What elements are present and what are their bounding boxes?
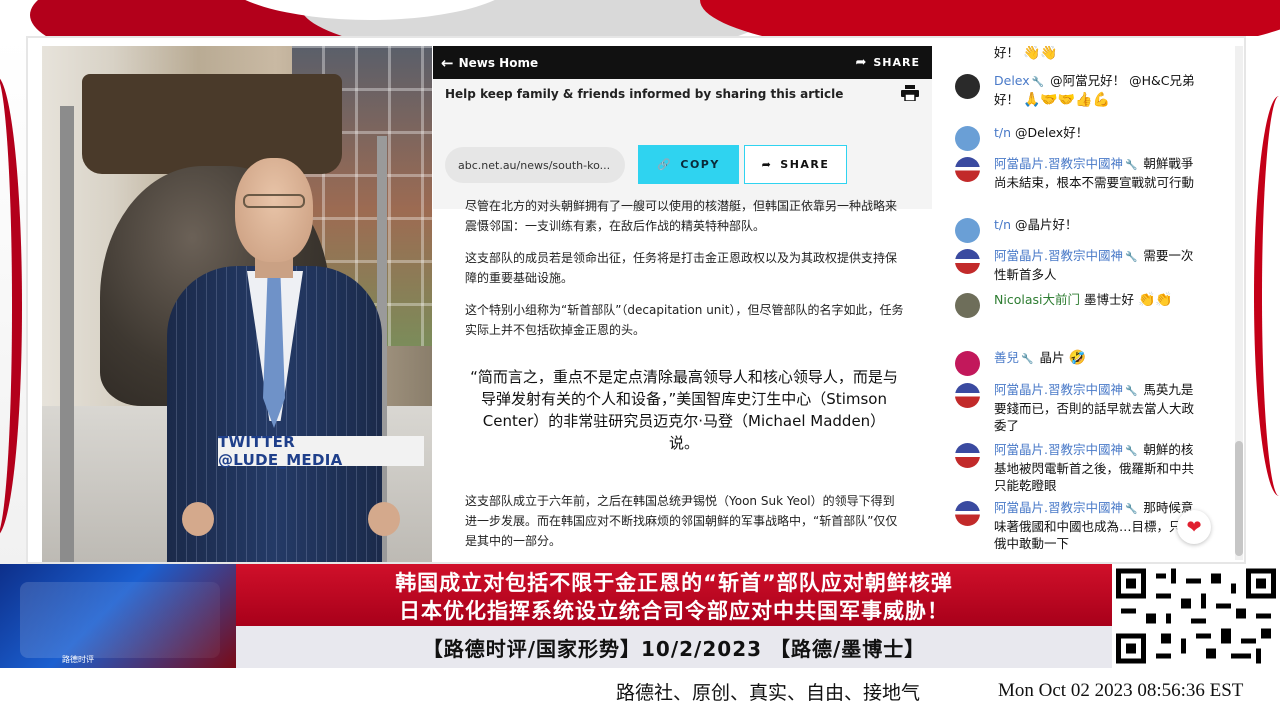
avatar[interactable] <box>955 443 980 468</box>
chat-message: 阿當晶片.習教宗中國神 🔧 那時候意味著俄國和中國也成為…目標，只要俄中敢動一下 <box>955 499 1205 552</box>
footer-bar: 路德社、原创、真实、自由、接地气 Mon Oct 02 2023 08:56:3… <box>0 668 1280 720</box>
news-article-panel: ← News Home ➦ SHARE Help keep family & f… <box>433 46 932 562</box>
share-button[interactable]: ➦ SHARE <box>744 145 847 184</box>
news-home-link[interactable]: ← News Home <box>441 54 538 72</box>
share-box: Help keep family & friends informed by s… <box>433 79 932 209</box>
chat-message: Delex 🔧 @阿當兄好！ @H&C兄弟好！ 🙏🤝🤝👍💪 <box>955 72 1205 109</box>
share-icon: ➦ <box>761 158 773 171</box>
avatar[interactable] <box>955 74 980 99</box>
chat-username[interactable]: 阿當晶片.習教宗中國神 <box>994 156 1123 171</box>
article-paragraph: 这支部队成立于六年前，之后在韩国总统尹锡悦（Yoon Suk Yeol）的领导下… <box>465 494 898 548</box>
share-button-label: SHARE <box>780 158 830 171</box>
wrench-badge-icon: 🔧 <box>1124 252 1138 263</box>
show-logo-graphic: 路德时评 <box>0 564 236 668</box>
avatar[interactable] <box>955 218 980 243</box>
share-link-top[interactable]: ➦ SHARE <box>855 55 920 70</box>
qr-code <box>1112 564 1280 668</box>
wrench-badge-icon: 🔧 <box>1021 354 1034 365</box>
chat-message: 阿當晶片.習教宗中國神 🔧 朝鮮戰爭尚未結束，根本不需要宣戰就可行動 <box>955 155 1205 191</box>
chat-username[interactable]: 善兒 <box>994 350 1019 365</box>
article-url-field[interactable]: abc.net.au/news/south-ko... <box>445 147 625 183</box>
host-photo <box>42 46 432 562</box>
chat-message: Nicolasi大前门 墨博士好 👏👏 <box>955 291 1205 318</box>
wrench-badge-icon: 🔧 <box>1124 504 1138 515</box>
print-icon[interactable] <box>901 85 919 101</box>
chat-message: 阿當晶片.習教宗中國神 🔧 需要一次性斬首多人 <box>955 247 1205 283</box>
avatar[interactable] <box>955 501 980 526</box>
chat-username[interactable]: 阿當晶片.習教宗中國神 <box>994 382 1123 397</box>
share-heading: Help keep family & friends informed by s… <box>445 87 844 101</box>
chat-username[interactable]: Delex <box>994 73 1030 88</box>
heart-reaction-button[interactable]: ❤ <box>1177 510 1211 544</box>
chat-text: 好！ <box>994 46 1020 60</box>
chat-message: t/n @晶片好！ <box>955 216 1205 243</box>
chat-username[interactable]: 阿當晶片.習教宗中國神 <box>994 248 1123 263</box>
live-chat-panel: 好！ 👋👋 Delex 🔧 @阿當兄好！ @H&C兄弟好！ 🙏🤝🤝👍💪 t/n @… <box>933 46 1243 560</box>
chat-text: 墨博士好 <box>1083 292 1134 307</box>
host-figure <box>235 158 313 262</box>
avatar[interactable] <box>955 351 980 376</box>
chat-text: @Delex好！ <box>1015 125 1089 140</box>
chat-message: 阿當晶片.習教宗中國神 🔧 馬英九是要錢而已，否則的話早就去當人大政委了 <box>955 381 1205 434</box>
wrench-badge-icon: 🔧 <box>1124 386 1138 397</box>
chat-message: 阿當晶片.習教宗中國神 🔧 朝鮮的核基地被閃電斬首之後，俄羅斯和中共只能乾瞪眼 <box>955 441 1205 494</box>
news-nav-bar: ← News Home ➦ SHARE <box>433 46 932 79</box>
right-decoration <box>1246 36 1280 566</box>
wrench-badge-icon: 🔧 <box>1124 446 1138 457</box>
share-arrow-icon: ➦ <box>855 55 868 70</box>
chat-username[interactable]: 阿當晶片.習教宗中國神 <box>994 442 1123 457</box>
chat-username[interactable]: t/n <box>994 217 1011 232</box>
link-icon: 🔗 <box>657 158 673 171</box>
avatar[interactable] <box>955 293 980 318</box>
top-decorative-band <box>0 0 1280 36</box>
headline-line-2: 日本优化指挥系统设立统合司令部应对中共国军事威胁！ <box>399 599 949 623</box>
chat-emoji: 👋👋 <box>1023 46 1058 61</box>
wrench-badge-icon: 🔧 <box>1031 77 1045 88</box>
chat-message: 好！ 👋👋 <box>955 46 1205 62</box>
avatar[interactable] <box>955 157 980 182</box>
article-paragraph: 这个特别小组称为“斩首部队”（decapitation unit），但尽管部队的… <box>465 303 904 337</box>
avatar[interactable] <box>955 383 980 408</box>
left-decoration <box>0 36 26 566</box>
copy-button[interactable]: 🔗 COPY <box>638 145 739 184</box>
chat-text: 晶片 <box>1039 350 1065 365</box>
avatar[interactable] <box>955 249 980 274</box>
chat-username[interactable]: t/n <box>994 125 1011 140</box>
channel-slogan: 路德社、原创、真实、自由、接地气 <box>616 682 921 704</box>
chat-emoji: 🙏🤝🤝👍💪 <box>1023 92 1111 108</box>
wrench-badge-icon: 🔧 <box>1124 160 1138 171</box>
logo-label: 路德时评 <box>62 655 94 664</box>
chat-emoji: 👏👏 <box>1137 292 1173 308</box>
article-quote: “简而言之，重点不是定点清除最高领导人和核心领导人，而是与导弹发射有关的个人和设… <box>470 368 898 452</box>
article-paragraph: 这支部队的成员若是领命出征，任务将是打击金正恩政权以及为其政权提供支持保障的重要… <box>465 251 898 285</box>
article-paragraph: 尽管在北方的对头朝鲜拥有了一艘可以使用的核潜艇，但韩国正依靠另一种战略来震慑邻国… <box>465 199 898 233</box>
share-label-top: SHARE <box>873 56 920 69</box>
back-arrow-icon: ← <box>441 53 454 72</box>
copy-label: COPY <box>680 158 720 171</box>
twitter-handle-tag: TWITTER @LUDE_MEDIA <box>218 433 424 469</box>
chat-username[interactable]: Nicolasi大前门 <box>994 292 1080 307</box>
news-home-label: News Home <box>458 55 539 70</box>
chat-emoji: 🤣 <box>1068 350 1086 366</box>
headline-line-1: 韩国成立对包括不限于金正恩的“斩首”部队应对朝鲜核弹 <box>395 571 953 595</box>
qr-code-icon <box>1116 568 1276 664</box>
timestamp-clock: Mon Oct 02 2023 08:56:36 EST <box>998 680 1244 701</box>
program-subline: 【路德时评/国家形势】10/2/2023 【路德/墨博士】 <box>236 626 1112 668</box>
chat-message: t/n @Delex好！ <box>955 124 1205 151</box>
chat-message: 善兒 🔧 晶片 🤣 <box>955 349 1205 376</box>
chat-username[interactable]: 阿當晶片.習教宗中國神 <box>994 500 1123 515</box>
chat-scrollbar-thumb[interactable] <box>1235 441 1243 556</box>
chat-text: @晶片好！ <box>1015 217 1078 232</box>
avatar[interactable] <box>955 126 980 151</box>
